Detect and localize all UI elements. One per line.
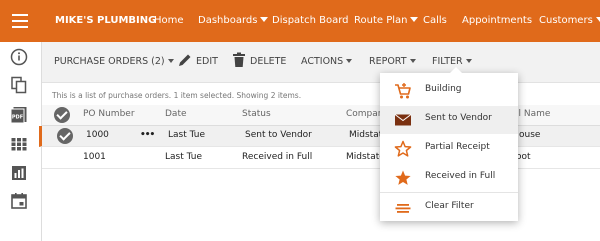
chevron-down-icon [465,59,472,63]
chevron-down-icon [595,17,600,22]
nav-home[interactable]: Home [154,0,184,42]
edit-label: EDIT [196,56,218,67]
filter-label: FILTER [432,56,463,67]
chevron-down-icon [346,59,353,63]
report-label: REPORT [369,56,407,67]
actions-dropdown[interactable]: ACTIONS [301,42,353,82]
filter-option-sent-to-vendor[interactable]: Sent to Vendor [380,106,518,134]
filter-option-clear-filter[interactable]: Clear Filter [380,194,518,222]
pdf-icon[interactable]: PDF [10,106,28,124]
sidebar: PDF [0,42,42,241]
chevron-down-icon [410,17,419,22]
column-header-po-number[interactable]: PO Number [83,109,135,119]
column-header-name[interactable]: ll Name [516,109,550,119]
info-icon[interactable] [10,48,28,66]
column-header-date[interactable]: Date [165,109,187,119]
pencil-icon [179,54,191,66]
star-outline-icon [394,140,412,157]
nav-customers-label: Customers [539,15,593,26]
hamburger-line [12,20,28,22]
filter-option-label: Received in Full [425,171,496,181]
top-nav-bar: MIKE'S PLUMBING Home Dashboards Dispatch… [0,0,600,42]
filter-option-label: Partial Receipt [425,142,490,152]
list-info-text: This is a list of purchase orders. 1 ite… [52,91,302,100]
edit-button[interactable]: EDIT [177,42,218,82]
filter-option-label: Sent to Vendor [425,113,492,123]
brand-name[interactable]: MIKE'S PLUMBING [55,0,156,42]
nav-dashboards[interactable]: Dashboards [198,0,269,42]
filter-option-label: Clear Filter [425,201,474,211]
grid-icon[interactable] [10,135,28,153]
hamburger-line [12,14,28,16]
date-cell: Last Tue [168,130,205,140]
pdf-icon-text: PDF [12,115,23,121]
name-cell: oot [516,152,531,162]
chevron-down-icon [409,59,416,63]
row-checkbox[interactable] [57,128,73,144]
nav-route-plan[interactable]: Route Plan [354,0,419,42]
menu-pointer [450,67,462,73]
nav-route-plan-label: Route Plan [354,15,408,26]
delete-button[interactable]: DELETE [232,42,286,82]
clear-filter-icon [395,204,411,213]
po-number-cell: 1001 [83,152,106,162]
delete-label: DELETE [250,56,287,67]
chevron-down-icon [260,17,269,22]
company-cell: Midstate [346,152,385,162]
nav-dashboards-label: Dashboards [198,15,258,26]
filter-option-received-in-full[interactable]: Received in Full [380,164,518,192]
hamburger-menu-button[interactable] [0,0,42,42]
status-cell: Received in Full [242,152,313,162]
filter-option-label: Building [425,84,462,94]
menu-divider [380,192,518,193]
actions-label: ACTIONS [301,56,344,67]
chart-icon[interactable] [10,164,28,182]
copy-icon[interactable] [10,76,28,94]
nav-home-label: Home [154,15,184,26]
column-header-status[interactable]: Status [242,109,271,119]
nav-dispatch-board[interactable]: Dispatch Board [272,0,349,42]
name-cell: ouse [519,130,541,140]
column-header-company[interactable]: Compan [346,109,384,119]
cart-icon [395,83,411,99]
purchase-orders-label: PURCHASE ORDERS (2) [54,56,165,67]
row-menu-icon[interactable]: ••• [140,130,155,140]
purchase-orders-dropdown[interactable]: PURCHASE ORDERS (2) [54,42,174,82]
nav-dispatch-board-label: Dispatch Board [272,15,349,26]
select-all-checkbox[interactable] [54,107,70,123]
nav-calls[interactable]: Calls [423,0,447,42]
nav-customers[interactable]: Customers [539,0,600,42]
nav-calls-label: Calls [423,15,447,26]
star-filled-icon [395,170,411,185]
chevron-down-icon [167,59,174,63]
trash-icon [233,52,245,67]
filter-option-partial-receipt[interactable]: Partial Receipt [380,135,518,163]
status-cell: Sent to Vendor [245,130,312,140]
calendar-icon[interactable] [10,192,28,210]
filter-option-building[interactable]: Building [380,77,518,105]
po-number-cell: 1000 [86,130,109,140]
hamburger-line [12,26,28,28]
date-cell: Last Tue [165,152,202,162]
nav-appointments-label: Appointments [462,15,533,26]
nav-appointments[interactable]: Appointments [462,0,532,42]
filter-menu: Building Sent to Vendor Partial Receipt … [380,67,518,222]
envelope-icon [394,114,412,126]
